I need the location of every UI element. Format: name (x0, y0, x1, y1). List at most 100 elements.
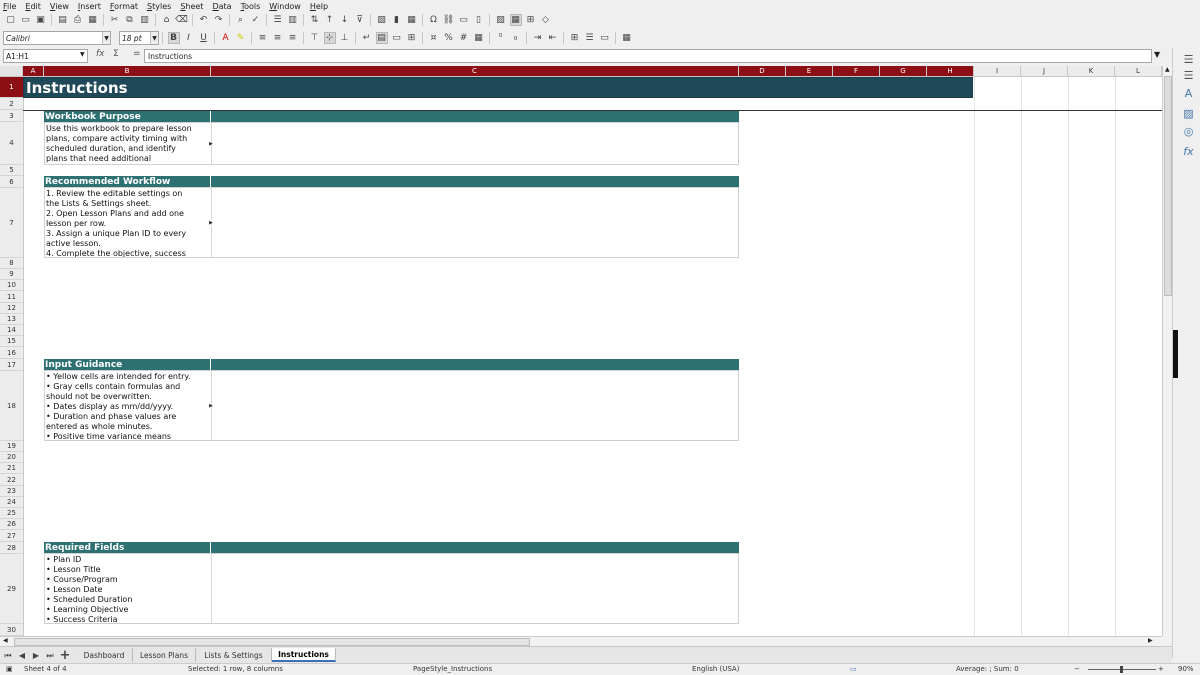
row-header-15[interactable]: 15 (0, 336, 23, 347)
row-header-22[interactable]: 22 (0, 474, 23, 486)
new-document-icon[interactable]: ▢ (5, 14, 17, 26)
align-right-icon[interactable]: ≡ (287, 32, 299, 44)
font-size-combo[interactable]: 18 pt ▼ (119, 31, 159, 45)
menu-file[interactable]: File (3, 2, 16, 11)
sum-icon[interactable]: Σ (113, 49, 119, 59)
split-window-icon[interactable]: ⊞ (525, 14, 537, 26)
scroll-up-icon[interactable]: ▲ (1165, 66, 1170, 73)
menu-insert[interactable]: Insert (78, 2, 101, 11)
row-header-29[interactable]: 29 (0, 554, 23, 624)
menu-window[interactable]: Window (269, 2, 301, 11)
name-box[interactable]: A1:H1 (3, 49, 88, 63)
sum-status[interactable]: Average: ; Sum: 0 (956, 665, 1019, 673)
menu-data[interactable]: Data (212, 2, 231, 11)
row-header-17[interactable]: 17 (0, 359, 23, 371)
tab-instructions[interactable]: Instructions (272, 648, 336, 662)
row-header-28[interactable]: 28 (0, 542, 23, 554)
column-header-h[interactable]: H (927, 66, 974, 76)
previous-sheet-icon[interactable]: ◀ (17, 650, 27, 661)
special-character-icon[interactable]: Ω (428, 14, 440, 26)
zoom-slider-handle[interactable] (1120, 666, 1123, 673)
border-color-icon[interactable]: ▭ (599, 32, 611, 44)
sort-ascending-icon[interactable]: ↑ (324, 14, 336, 26)
undo-icon[interactable]: ↶ (198, 14, 210, 26)
wrap-text-icon[interactable]: ↵ (361, 32, 373, 44)
merge-center-icon[interactable]: ▤ (375, 32, 388, 44)
horizontal-scroll-thumb[interactable] (14, 638, 530, 646)
section-text-cell[interactable]: • Plan ID • Lesson Title • Course/Progra… (45, 554, 212, 623)
underline-icon[interactable]: U (198, 32, 210, 44)
section-body-workbook-purpose[interactable]: Use this workbook to prepare lesson plan… (44, 122, 739, 165)
menu-edit[interactable]: Edit (25, 2, 41, 11)
header-footer-icon[interactable]: ▯ (473, 14, 485, 26)
row-header-3[interactable]: 3 (0, 110, 23, 122)
column-header-j[interactable]: J (1021, 66, 1068, 76)
chevron-down-icon[interactable]: ▼ (102, 32, 110, 44)
font-color-icon[interactable]: A (220, 32, 232, 44)
tab-lists-settings[interactable]: Lists & Settings (196, 648, 272, 662)
conditional-format-icon[interactable]: ▦ (621, 32, 633, 44)
scroll-right-icon[interactable]: ▶ (1148, 637, 1153, 644)
open-folder-icon[interactable]: ▭ (20, 14, 32, 26)
formula-input[interactable]: Instructions (144, 49, 1152, 63)
section-text-cell[interactable]: Use this workbook to prepare lesson plan… (45, 123, 212, 164)
vertical-scrollbar[interactable]: ▲ (1162, 66, 1172, 636)
sidebar-menu-icon[interactable]: ☰ (1182, 52, 1196, 66)
print-preview-icon[interactable]: ▦ (87, 14, 99, 26)
cut-icon[interactable]: ✂ (109, 14, 121, 26)
row-header-6[interactable]: 6 (0, 176, 23, 188)
formula-icon[interactable]: = (133, 49, 141, 59)
row-header-23[interactable]: 23 (0, 486, 23, 497)
column-header-f[interactable]: F (833, 66, 880, 76)
row-header-12[interactable]: 12 (0, 303, 23, 314)
unmerge-cells-icon[interactable]: ⊞ (406, 32, 418, 44)
bold-icon[interactable]: B (167, 32, 180, 44)
increase-indent-icon[interactable]: ⇥ (532, 32, 544, 44)
border-style-icon[interactable]: ☰ (584, 32, 596, 44)
row-header-2[interactable]: 2 (0, 98, 23, 110)
row-header-8[interactable]: 8 (0, 258, 23, 269)
number-format-icon[interactable]: # (458, 32, 470, 44)
properties-icon[interactable]: ☰ (1182, 68, 1196, 82)
row-header-11[interactable]: 11 (0, 291, 23, 303)
column-header-c[interactable]: C (211, 66, 739, 76)
menu-styles[interactable]: Styles (147, 2, 171, 11)
sort-descending-icon[interactable]: ↓ (339, 14, 351, 26)
next-sheet-icon[interactable]: ▶ (31, 650, 41, 661)
row-header-7[interactable]: 7 (0, 188, 23, 258)
row-header-19[interactable]: 19 (0, 441, 23, 452)
vertical-scroll-thumb[interactable] (1164, 76, 1172, 296)
row-header-16[interactable]: 16 (0, 347, 23, 359)
add-decimal-icon[interactable]: ⁰ (495, 32, 507, 44)
menu-help[interactable]: Help (310, 2, 328, 11)
row-header-27[interactable]: 27 (0, 530, 23, 542)
row-header-10[interactable]: 10 (0, 280, 23, 291)
save-icon[interactable]: ▣ (35, 14, 47, 26)
chevron-down-icon[interactable]: ▼ (80, 51, 85, 58)
row-header-26[interactable]: 26 (0, 519, 23, 530)
insert-chart-icon[interactable]: ▮ (391, 14, 403, 26)
row-header-4[interactable]: 4 (0, 122, 23, 165)
section-body-input-guidance[interactable]: • Yellow cells are intended for entry. •… (44, 370, 739, 441)
comment-icon[interactable]: ▭ (458, 14, 470, 26)
clone-formatting-icon[interactable]: ⌂ (161, 14, 173, 26)
scroll-left-icon[interactable]: ◀ (3, 637, 8, 644)
find-replace-icon[interactable]: ⌕ (235, 14, 247, 26)
section-header-recommended-workflow[interactable]: Recommended Workflow (44, 176, 739, 187)
row-header-24[interactable]: 24 (0, 497, 23, 508)
delete-decimal-icon[interactable]: ₀ (510, 32, 522, 44)
column-header-i[interactable]: I (974, 66, 1021, 76)
zoom-level[interactable]: 90% (1178, 665, 1194, 673)
row-header-1[interactable]: 1 (0, 77, 23, 98)
row-header-18[interactable]: 18 (0, 371, 23, 441)
menu-view[interactable]: View (50, 2, 69, 11)
define-print-area-icon[interactable]: ▧ (495, 14, 507, 26)
row-header-25[interactable]: 25 (0, 508, 23, 519)
export-pdf-icon[interactable]: ▤ (57, 14, 69, 26)
merge-cells-icon[interactable]: ▭ (391, 32, 403, 44)
page-style[interactable]: PageStyle_Instructions (413, 665, 492, 673)
freeze-rows-columns-icon[interactable]: ▦ (509, 14, 522, 26)
autofilter-icon[interactable]: ⊽ (354, 14, 366, 26)
hyperlink-icon[interactable]: ⛓ (443, 14, 455, 26)
row-header-21[interactable]: 21 (0, 463, 23, 474)
